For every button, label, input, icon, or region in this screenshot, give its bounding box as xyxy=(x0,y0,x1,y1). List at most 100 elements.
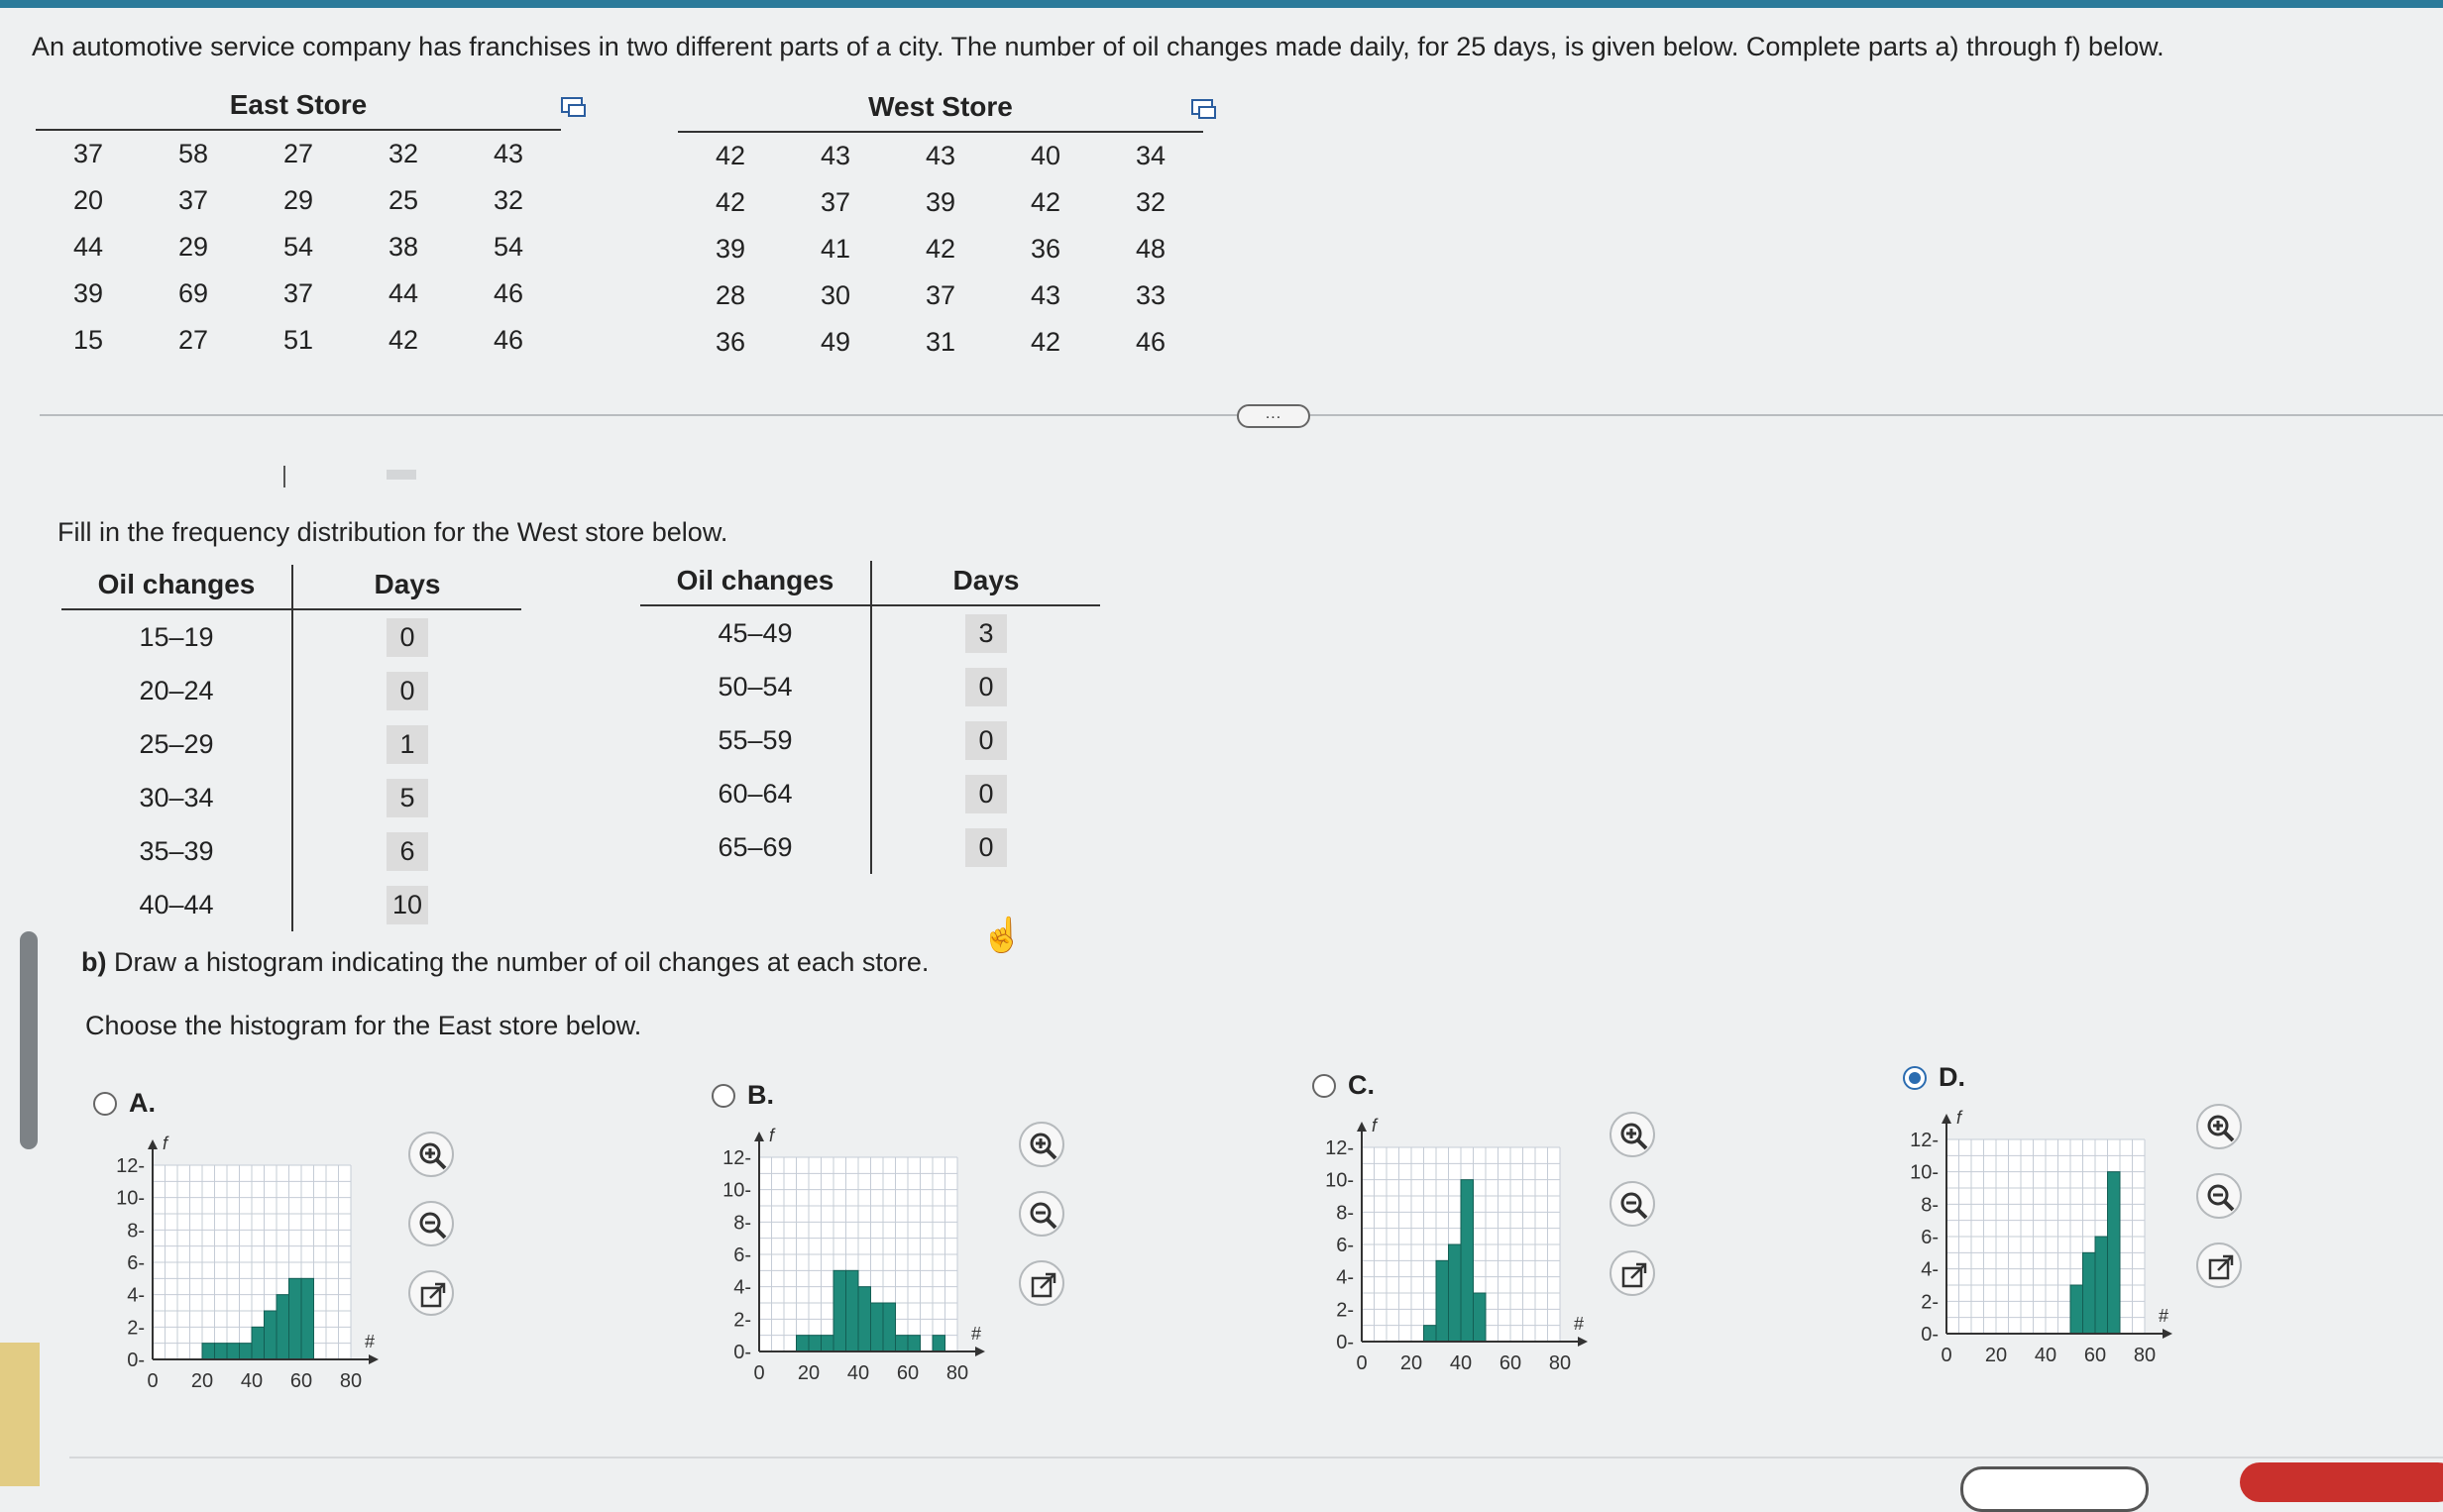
primary-button[interactable] xyxy=(2240,1462,2443,1502)
days-cell: 0 xyxy=(871,820,1100,874)
class-interval: 30–34 xyxy=(61,771,293,824)
days-answer-box[interactable]: 0 xyxy=(387,617,428,657)
data-cell: 39 xyxy=(715,234,746,264)
x-axis-arrow xyxy=(1578,1337,1588,1347)
histogram-bar xyxy=(870,1302,884,1352)
histogram-bar xyxy=(845,1269,859,1352)
days-answer-box[interactable]: 3 xyxy=(965,613,1007,653)
data-cell: 20 xyxy=(72,185,104,215)
frequency-row: 60–64 0 xyxy=(640,767,1100,820)
x-axis-label: # xyxy=(1574,1314,1584,1334)
days-answer-box[interactable]: 0 xyxy=(965,720,1007,760)
option-d-label: D. xyxy=(1939,1062,1965,1092)
data-cell: 29 xyxy=(177,232,209,262)
histogram-bar xyxy=(1460,1179,1474,1343)
days-answer-box[interactable]: 0 xyxy=(387,671,428,710)
zoom-out-button[interactable] xyxy=(1610,1181,1655,1227)
expand-collapse-button[interactable]: ... xyxy=(1237,404,1310,428)
copy-data-icon[interactable] xyxy=(1191,97,1219,123)
days-answer-box[interactable]: 0 xyxy=(965,774,1007,813)
data-cell: 32 xyxy=(1135,187,1166,217)
days-answer-box[interactable]: 0 xyxy=(965,667,1007,706)
y-tick-label: 12- xyxy=(722,1147,751,1169)
data-row: 37 58 27 32 43 xyxy=(36,130,561,177)
fill-prompt: Fill in the frequency distribution for t… xyxy=(57,517,728,547)
days-cell: 0 xyxy=(292,664,521,717)
data-cell: 37 xyxy=(282,278,314,308)
x-axis-label: # xyxy=(971,1324,981,1344)
zoom-in-button[interactable] xyxy=(2196,1104,2242,1149)
x-tick-label: 60 xyxy=(290,1370,312,1392)
zoom-out-button[interactable] xyxy=(408,1201,454,1246)
open-graph-button[interactable] xyxy=(1019,1260,1064,1306)
class-interval: 20–24 xyxy=(61,664,293,717)
open-graph-button[interactable] xyxy=(1610,1250,1655,1296)
days-answer-box[interactable]: 0 xyxy=(965,827,1007,867)
zoom-out-icon xyxy=(2207,1184,2235,1212)
histogram-bar xyxy=(1423,1325,1437,1343)
option-d[interactable]: D. xyxy=(1903,1062,1965,1093)
option-b-radio[interactable] xyxy=(712,1083,735,1108)
zoom-in-button[interactable] xyxy=(408,1132,454,1177)
x-axis-arrow xyxy=(369,1354,379,1364)
histogram-bar xyxy=(226,1343,240,1360)
open-graph-button[interactable] xyxy=(2196,1242,2242,1288)
option-c[interactable]: C. xyxy=(1312,1070,1375,1101)
x-tick-label: 0 xyxy=(1941,1345,1951,1366)
zoom-out-button[interactable] xyxy=(1019,1191,1064,1237)
data-cell: 42 xyxy=(1030,327,1061,357)
option-b[interactable]: B. xyxy=(712,1080,774,1111)
x-tick-label: 0 xyxy=(147,1370,158,1392)
y-tick-label: 8- xyxy=(733,1212,751,1234)
data-cell: 39 xyxy=(72,278,104,308)
oil-changes-header: Oil changes xyxy=(61,565,293,610)
oil-changes-header: Oil changes xyxy=(640,561,872,606)
open-new-window-icon xyxy=(420,1282,446,1308)
y-tick-label: 2- xyxy=(127,1317,145,1339)
frequency-row: 20–24 0 xyxy=(61,664,521,717)
days-answer-box[interactable]: 10 xyxy=(386,885,429,924)
histogram-bar xyxy=(201,1343,215,1360)
x-tick-label: 20 xyxy=(1400,1352,1422,1374)
zoom-out-button[interactable] xyxy=(2196,1173,2242,1219)
frequency-row: 15–19 0 xyxy=(61,609,521,664)
frequency-row: 55–59 0 xyxy=(640,713,1100,767)
days-answer-box[interactable]: 1 xyxy=(387,724,428,764)
x-tick-label: 60 xyxy=(1499,1352,1521,1374)
days-answer-box[interactable]: 5 xyxy=(387,778,428,817)
secondary-button[interactable] xyxy=(1960,1466,2149,1512)
copy-data-icon[interactable] xyxy=(561,95,589,121)
histogram-bar xyxy=(821,1335,834,1352)
x-tick-label: 0 xyxy=(753,1362,764,1384)
histogram-bar xyxy=(1448,1243,1462,1343)
days-cell: 10 xyxy=(292,878,521,931)
option-a-radio[interactable] xyxy=(93,1091,117,1116)
x-tick-label: 40 xyxy=(847,1362,869,1384)
data-cell: 43 xyxy=(493,139,524,168)
data-cell: 51 xyxy=(282,325,314,355)
option-d-radio[interactable] xyxy=(1903,1065,1927,1090)
y-tick-label: 4- xyxy=(127,1285,145,1307)
zoom-in-button[interactable] xyxy=(1019,1122,1064,1167)
class-interval: 25–29 xyxy=(61,717,293,771)
west-store-title: West Store xyxy=(678,85,1203,133)
y-tick-label: 2- xyxy=(733,1309,751,1331)
data-cell: 42 xyxy=(715,187,746,217)
days-answer-box[interactable]: 6 xyxy=(387,831,428,871)
y-tick-label: 2- xyxy=(1336,1299,1354,1321)
histogram-bar xyxy=(2107,1171,2121,1335)
frequency-row: 45–49 3 xyxy=(640,605,1100,660)
option-c-radio[interactable] xyxy=(1312,1073,1336,1098)
data-cell: 15 xyxy=(72,325,104,355)
histogram-bar xyxy=(1435,1259,1449,1343)
option-a[interactable]: A. xyxy=(93,1088,156,1119)
x-axis-arrow xyxy=(2163,1329,2172,1339)
data-cell: 28 xyxy=(715,280,746,310)
frequency-row: 30–34 5 xyxy=(61,771,521,824)
frequency-row: 65–69 0 xyxy=(640,820,1100,874)
scrollbar-thumb[interactable] xyxy=(20,931,38,1149)
zoom-in-button[interactable] xyxy=(1610,1112,1655,1157)
data-cell: 36 xyxy=(1030,234,1061,264)
scroll-marker xyxy=(387,470,416,480)
open-graph-button[interactable] xyxy=(408,1270,454,1316)
